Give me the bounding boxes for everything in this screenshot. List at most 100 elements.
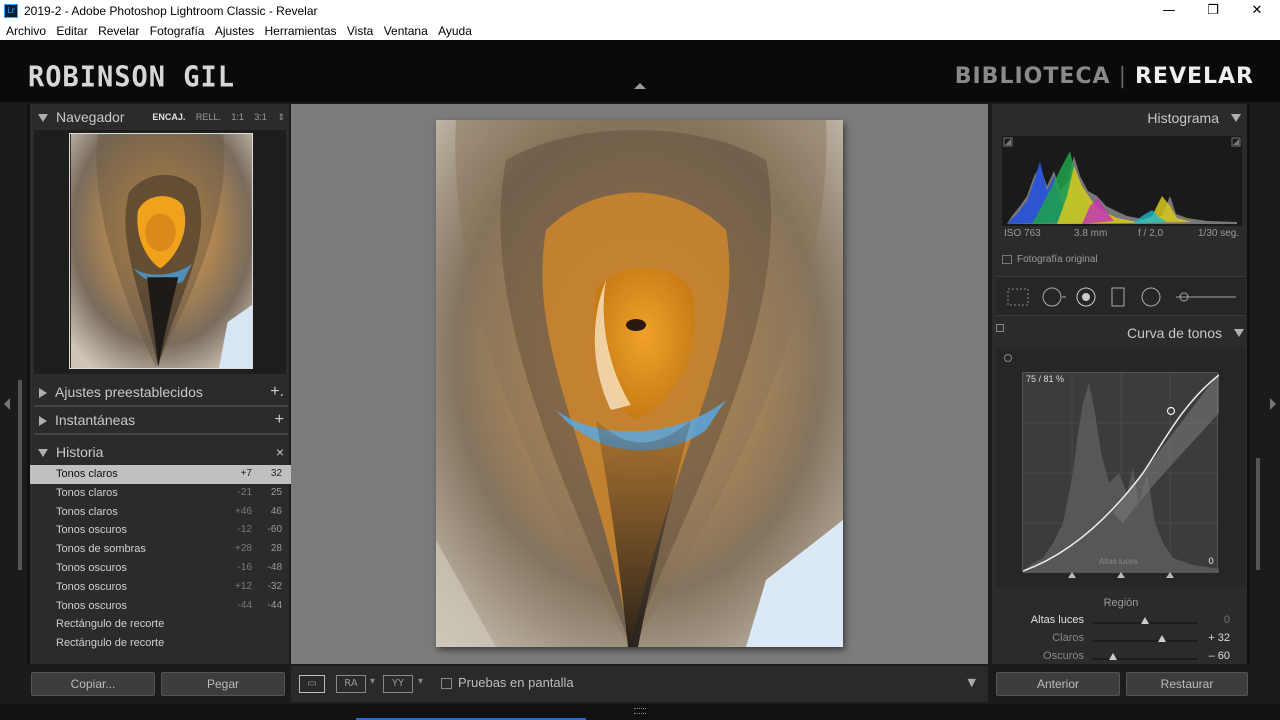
history-item[interactable]: Rectángulo de recorte [30, 634, 292, 653]
before-after-dropdown-icon[interactable]: ▾ [370, 676, 375, 687]
split-handle-icon[interactable] [1166, 572, 1174, 578]
brand-identity: ROBINSON GIL [28, 61, 236, 94]
before-after-ra-icon[interactable]: RA [336, 675, 366, 693]
target-adjustment-icon[interactable] [1004, 354, 1012, 362]
reset-button[interactable]: Restaurar [1126, 672, 1248, 696]
zoom-fit[interactable]: ENCAJ. [152, 112, 185, 122]
menu-revelar[interactable]: Revelar [98, 22, 139, 40]
yy-dropdown-icon[interactable]: ▾ [418, 676, 423, 687]
exif-shutter: 1/30 seg. [1198, 228, 1240, 239]
menu-editar[interactable]: Editar [56, 22, 87, 40]
menu-ventana[interactable]: Ventana [384, 22, 428, 40]
history-item[interactable]: Tonos oscuros -16 -48 [30, 559, 292, 578]
clear-history-icon[interactable]: × [276, 439, 284, 465]
right-panel-scrollbar[interactable] [1256, 458, 1260, 570]
add-preset-icon[interactable]: +. [270, 379, 284, 405]
navigator-thumbnail[interactable] [69, 133, 253, 369]
expand-triangle-icon[interactable] [38, 449, 48, 458]
snapshots-title: Instantáneas [55, 412, 136, 428]
module-picker: BIBLIOTECA | REVELAR [955, 64, 1254, 89]
menu-vista[interactable]: Vista [347, 22, 373, 40]
left-panel-sections: Ajustes preestablecidos +. Instantáneas … [30, 379, 292, 653]
expand-triangle-icon[interactable] [38, 114, 48, 123]
navigator-preview[interactable] [34, 130, 286, 374]
snapshots-header[interactable]: Instantáneas + [30, 407, 292, 433]
window-titlebar: Lr 2019-2 - Adobe Photoshop Lightroom Cl… [0, 0, 1280, 22]
histogram-header[interactable]: Histograma [992, 104, 1247, 132]
menu-fotografia[interactable]: Fotografía [150, 22, 205, 40]
crop-tool-icon [1007, 288, 1029, 306]
zoom-arrows-icon[interactable]: ⇕ [277, 112, 285, 122]
presets-header[interactable]: Ajustes preestablecidos +. [30, 379, 292, 405]
collapsed-triangle-icon[interactable] [39, 388, 47, 399]
history-title: Historia [56, 444, 104, 460]
histogram-graph[interactable] [1002, 136, 1242, 226]
expand-triangle-icon[interactable] [1231, 114, 1241, 122]
expand-triangle-icon[interactable] [1234, 329, 1244, 337]
collapsed-triangle-icon[interactable] [39, 416, 47, 427]
filmstrip-grip-icon[interactable] [634, 708, 646, 714]
adjustment-brush-slider [1176, 296, 1236, 298]
main-photo[interactable] [436, 120, 843, 647]
copy-settings-button[interactable]: Copiar... [31, 672, 155, 696]
history-item[interactable]: Tonos de sombras +28 28 [30, 540, 292, 559]
history-item[interactable]: Tonos claros -21 25 [30, 484, 292, 503]
exif-iso: ISO 763 [1004, 228, 1041, 239]
minimize-button[interactable]: — [1146, 0, 1192, 22]
soft-proofing-label: Pruebas en pantalla [458, 675, 574, 690]
spot-removal-icon [1042, 287, 1062, 307]
tone-curve-graph[interactable]: 75 / 81 % Altas luces 0 [1022, 372, 1220, 573]
menu-archivo[interactable]: Archivo [6, 22, 46, 40]
left-panel-scrollbar[interactable] [18, 380, 22, 570]
maximize-button[interactable]: ❐ [1190, 0, 1236, 22]
module-separator: | [1118, 64, 1127, 89]
history-item[interactable]: Tonos oscuros -44 -44 [30, 597, 292, 616]
previous-settings-button[interactable]: Anterior [996, 672, 1120, 696]
add-snapshot-icon[interactable]: + [275, 407, 284, 433]
curve-control-point [1166, 406, 1176, 416]
slider-claros[interactable]: Claros + 32 [992, 632, 1250, 650]
history-list: Tonos claros +7 32 Tonos claros -21 25 Tonos… [30, 465, 292, 653]
develop-tool-strip [996, 276, 1246, 316]
image-canvas[interactable] [291, 104, 988, 664]
menu-ajustes[interactable]: Ajustes [215, 22, 254, 40]
exif-focal-length: 3.8 mm [1074, 228, 1108, 239]
toolbar-menu-icon[interactable]: ▼ [968, 676, 976, 689]
before-after-yy-icon[interactable]: YY [383, 675, 413, 693]
curve-split-handles[interactable] [1022, 572, 1218, 580]
module-library[interactable]: BIBLIOTECA [955, 64, 1111, 89]
right-panel: Histograma ISO 763 3.8 mm f / 2,0 1/30 s… [992, 104, 1250, 664]
navigator-title: Navegador [56, 109, 125, 125]
history-header[interactable]: Historia × [30, 439, 292, 465]
soft-proofing-checkbox[interactable] [441, 678, 452, 689]
lightroom-app-icon: Lr [4, 4, 18, 18]
close-window-button[interactable]: ✕ [1234, 0, 1280, 22]
loupe-view-icon[interactable]: ▭ [299, 675, 325, 693]
menu-herramientas[interactable]: Herramientas [265, 22, 337, 40]
history-item[interactable]: Rectángulo de recorte [30, 615, 292, 634]
paste-settings-button[interactable]: Pegar [161, 672, 285, 696]
split-handle-icon[interactable] [1068, 572, 1076, 578]
navigator-header[interactable]: Navegador ENCAJ. RELL. 1:1 3:1 ⇕ [30, 104, 289, 130]
zoom-3-1[interactable]: 3:1 [254, 112, 267, 122]
original-photo-toggle[interactable]: Fotografía original [1002, 254, 1098, 265]
history-item[interactable]: Tonos claros +7 32 [30, 465, 292, 484]
zoom-fill[interactable]: RELL. [196, 112, 221, 122]
menu-ayuda[interactable]: Ayuda [438, 22, 472, 40]
curve-region-value: 0 [1208, 557, 1214, 567]
history-item[interactable]: Tonos oscuros -12 -60 [30, 521, 292, 540]
slider-altas-luces[interactable]: Altas luces 0 [992, 614, 1250, 632]
history-item[interactable]: Tonos claros +46 46 [30, 503, 292, 522]
checkbox-icon[interactable] [1002, 254, 1012, 264]
tone-curve-header[interactable]: Curva de tonos [992, 319, 1250, 347]
zoom-1-1[interactable]: 1:1 [231, 112, 244, 122]
collapse-left-panel-icon[interactable] [4, 398, 10, 410]
split-handle-icon[interactable] [1117, 572, 1125, 578]
left-panel-footer: Copiar... Pegar [27, 666, 289, 706]
collapse-right-panel-icon[interactable] [1270, 398, 1276, 410]
collapse-top-panel-icon[interactable] [634, 83, 646, 89]
filmstrip-bar [0, 704, 1280, 720]
right-panel-footer: Anterior Restaurar [992, 666, 1250, 706]
module-develop[interactable]: REVELAR [1135, 64, 1254, 89]
history-item[interactable]: Tonos oscuros +12 -32 [30, 578, 292, 597]
